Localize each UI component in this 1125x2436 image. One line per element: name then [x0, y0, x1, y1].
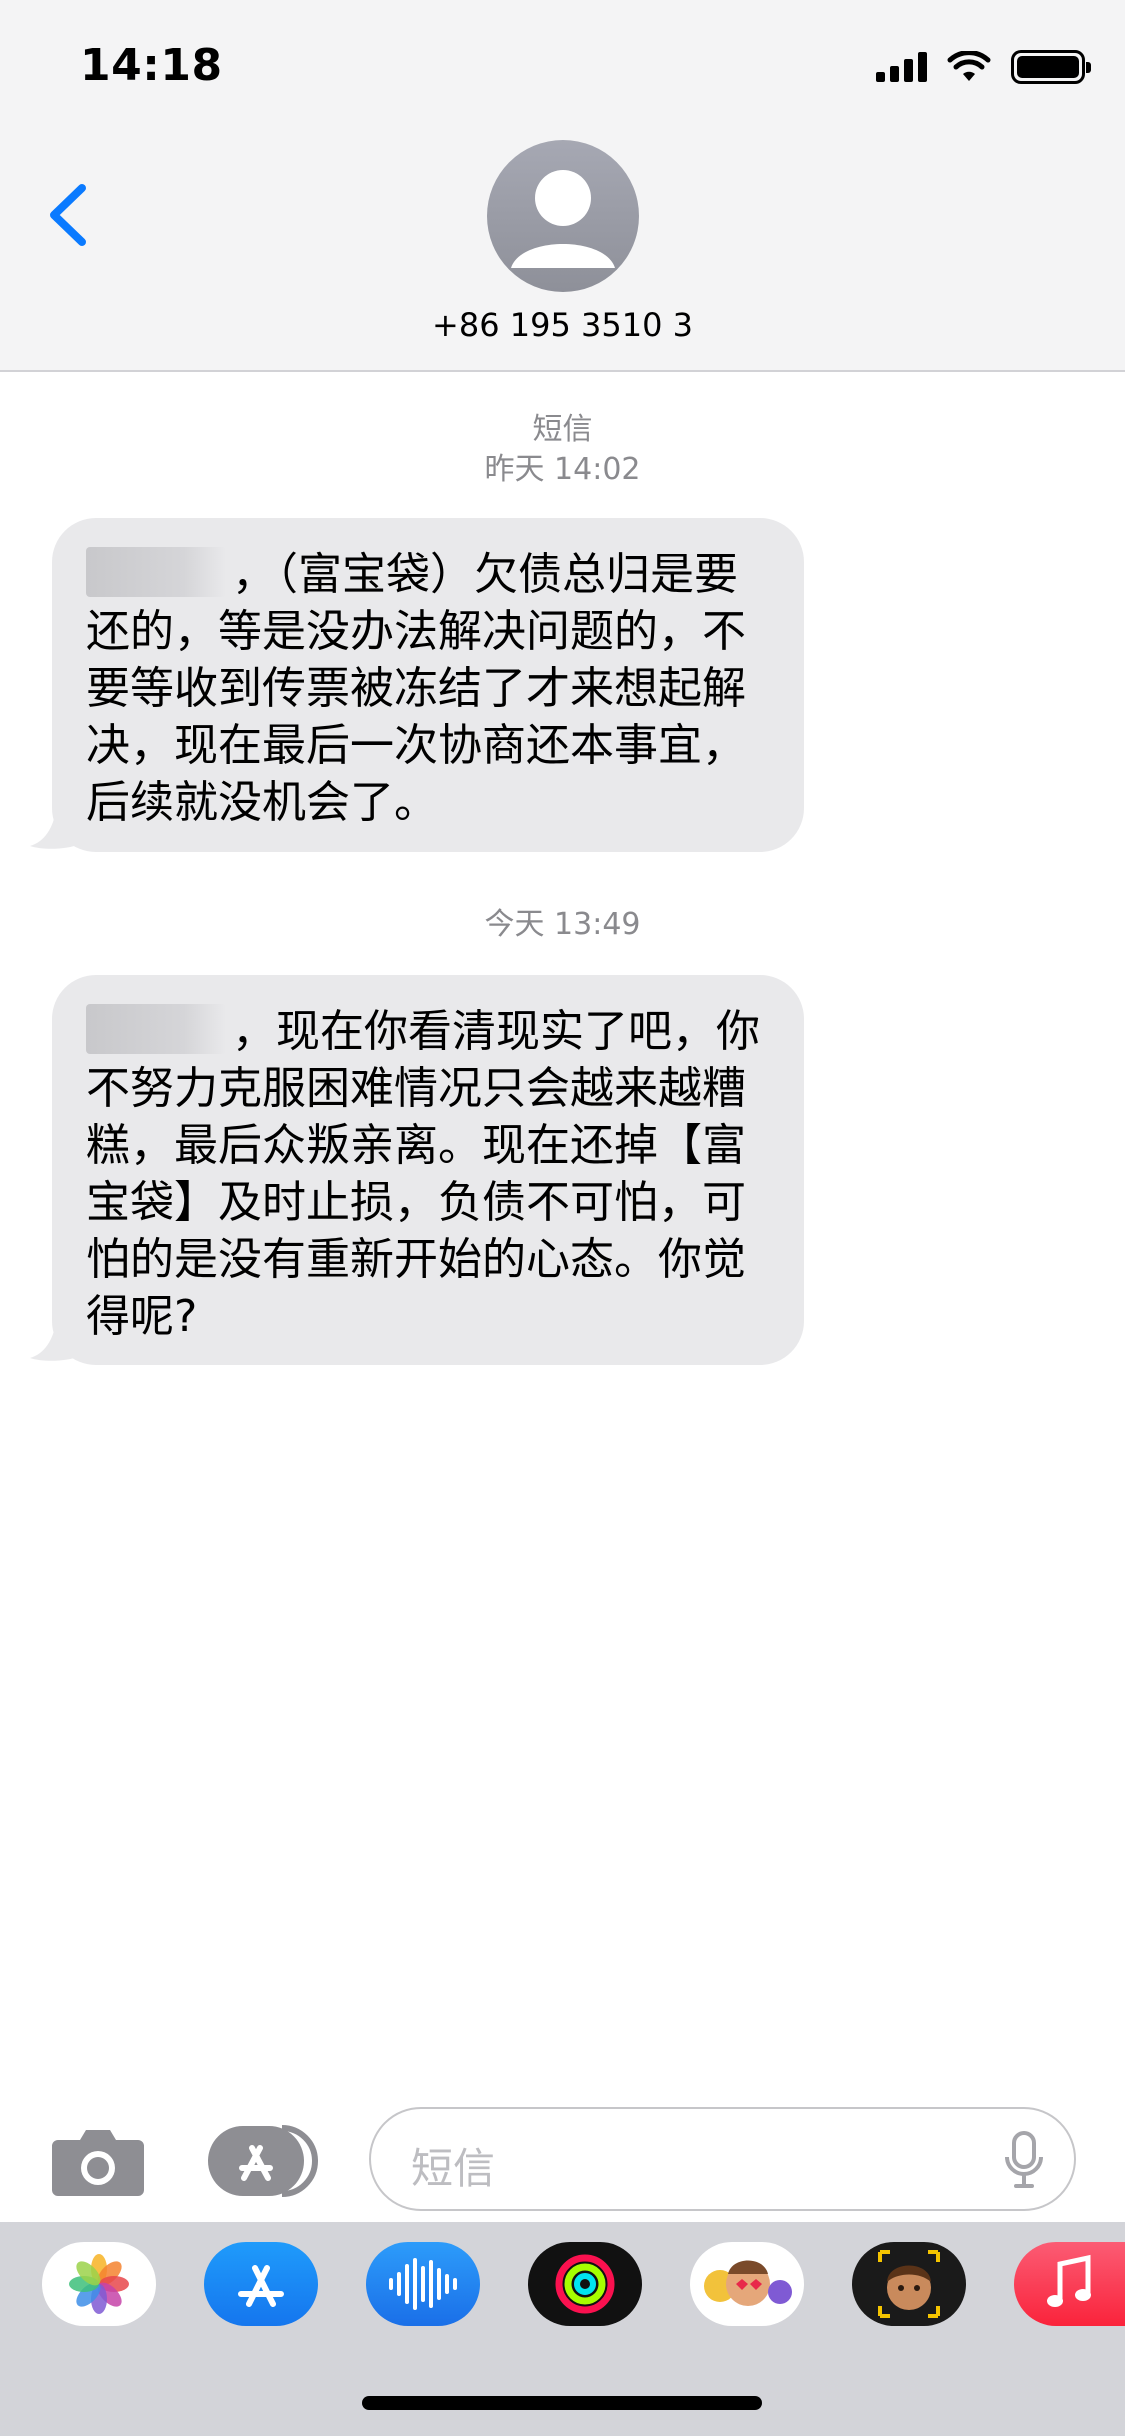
app-store-glyph-icon [238, 2265, 284, 2307]
message-timestamp: 昨天 14:02 [484, 452, 641, 487]
fitness-icon[interactable] [528, 2242, 642, 2326]
waveform-icon [389, 2258, 457, 2310]
message-text: ，现在你看清现实了吧，你不努力克服困难情况只会越来越糟糕，最后众叛亲离。现在还掉… [86, 1006, 760, 1342]
message-bubble[interactable]: ，现在你看清现实了吧，你不努力克服困难情况只会越来越糟糕，最后众叛亲离。现在还掉… [52, 975, 804, 1365]
status-time: 14:18 [80, 40, 223, 91]
message-input[interactable]: 短信 [369, 2107, 1076, 2211]
camera-icon[interactable] [52, 2126, 144, 2196]
redacted-name [86, 1004, 226, 1054]
memoji-stickers-icon[interactable] [690, 2242, 804, 2326]
battery-icon [1011, 50, 1091, 84]
contact-avatar[interactable] [487, 140, 639, 292]
cellular-signal-icon [876, 52, 927, 82]
person-icon [511, 170, 615, 268]
music-icon[interactable] [1014, 2242, 1125, 2326]
sticker-faces-icon [704, 2260, 792, 2306]
app-store-toggle-icon[interactable] [208, 2124, 320, 2198]
music-note-icon [1046, 2254, 1091, 2307]
microphone-icon[interactable] [1004, 2131, 1044, 2189]
status-icons [876, 50, 1091, 84]
home-indicator[interactable] [362, 2396, 762, 2410]
message-input-placeholder: 短信 [411, 2144, 496, 2193]
activity-rings-icon [555, 2254, 615, 2314]
photos-icon[interactable] [42, 2242, 156, 2326]
photos-flower-icon [69, 2254, 129, 2314]
wifi-icon [947, 51, 991, 81]
back-chevron-icon[interactable] [42, 180, 102, 250]
contact-name[interactable]: +86 195 3510 3 [0, 306, 1125, 344]
memoji-icon[interactable] [852, 2242, 966, 2326]
service-label: 短信 [532, 412, 593, 447]
message-timestamp: 今天 13:49 [484, 907, 641, 942]
memoji-face-icon [878, 2250, 940, 2318]
redacted-name [86, 547, 226, 597]
message-bubble[interactable]: ，（富宝袋）欠债总归是要还的，等是没办法解决问题的，不要等收到传票被冻结了才来想… [52, 518, 804, 852]
audio-messages-icon[interactable] [366, 2242, 480, 2326]
app-store-icon[interactable] [204, 2242, 318, 2326]
